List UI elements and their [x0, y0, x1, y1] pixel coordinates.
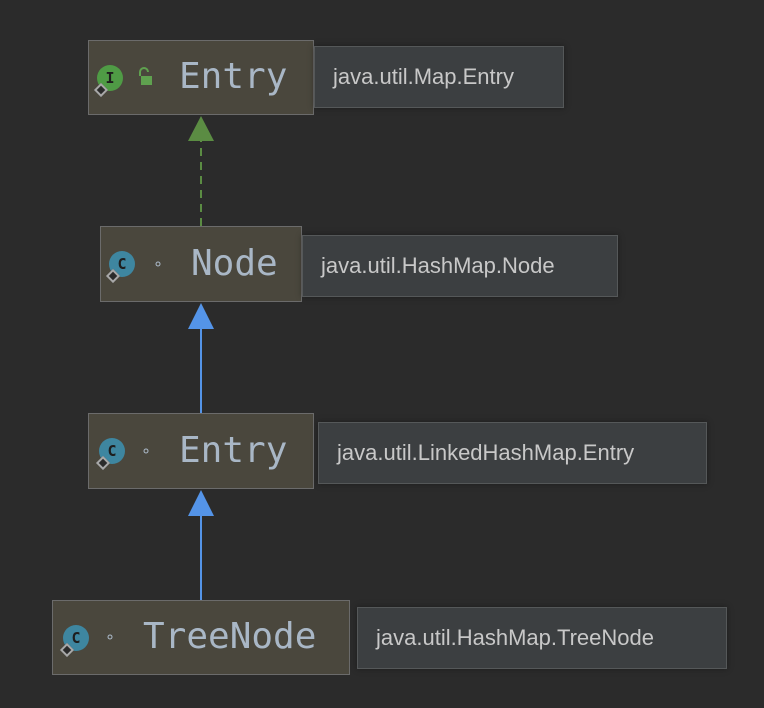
- fqn-tooltip-hashmap-node: java.util.HashMap.Node: [302, 235, 618, 297]
- edge-node-implements-entry[interactable]: [188, 116, 214, 226]
- node-name: Entry: [179, 430, 288, 471]
- fqn-label: java.util.Map.Entry: [333, 64, 514, 89]
- package-private-icon: ∘: [105, 627, 116, 646]
- node-name: TreeNode: [143, 616, 317, 657]
- fqn-tooltip-map-entry: java.util.Map.Entry: [314, 46, 564, 108]
- fqn-label: java.util.HashMap.TreeNode: [376, 625, 654, 650]
- node-hashmap-node[interactable]: C ∘ Node: [100, 226, 302, 302]
- node-linkedhashmap-entry[interactable]: C ∘ Entry: [88, 413, 314, 489]
- edge-treenode-extends-linked-entry[interactable]: [188, 490, 214, 600]
- fqn-tooltip-linkedhashmap-entry: java.util.LinkedHashMap.Entry: [318, 422, 707, 484]
- extends-arrowhead: [188, 303, 214, 329]
- extends-arrowhead: [188, 490, 214, 516]
- fqn-label: java.util.LinkedHashMap.Entry: [337, 440, 635, 465]
- implements-arrowhead: [188, 116, 214, 141]
- package-private-icon: ∘: [153, 254, 164, 273]
- node-name: Node: [191, 243, 278, 284]
- node-name: Entry: [179, 56, 288, 97]
- fqn-tooltip-hashmap-treenode: java.util.HashMap.TreeNode: [357, 607, 727, 669]
- fqn-label: java.util.HashMap.Node: [321, 253, 555, 278]
- node-map-entry[interactable]: I Entry: [88, 40, 314, 115]
- package-private-icon: ∘: [141, 441, 152, 460]
- edge-linked-entry-extends-node[interactable]: [188, 303, 214, 413]
- unlocked-icon: [139, 67, 152, 85]
- node-hashmap-treenode[interactable]: C ∘ TreeNode: [52, 600, 350, 675]
